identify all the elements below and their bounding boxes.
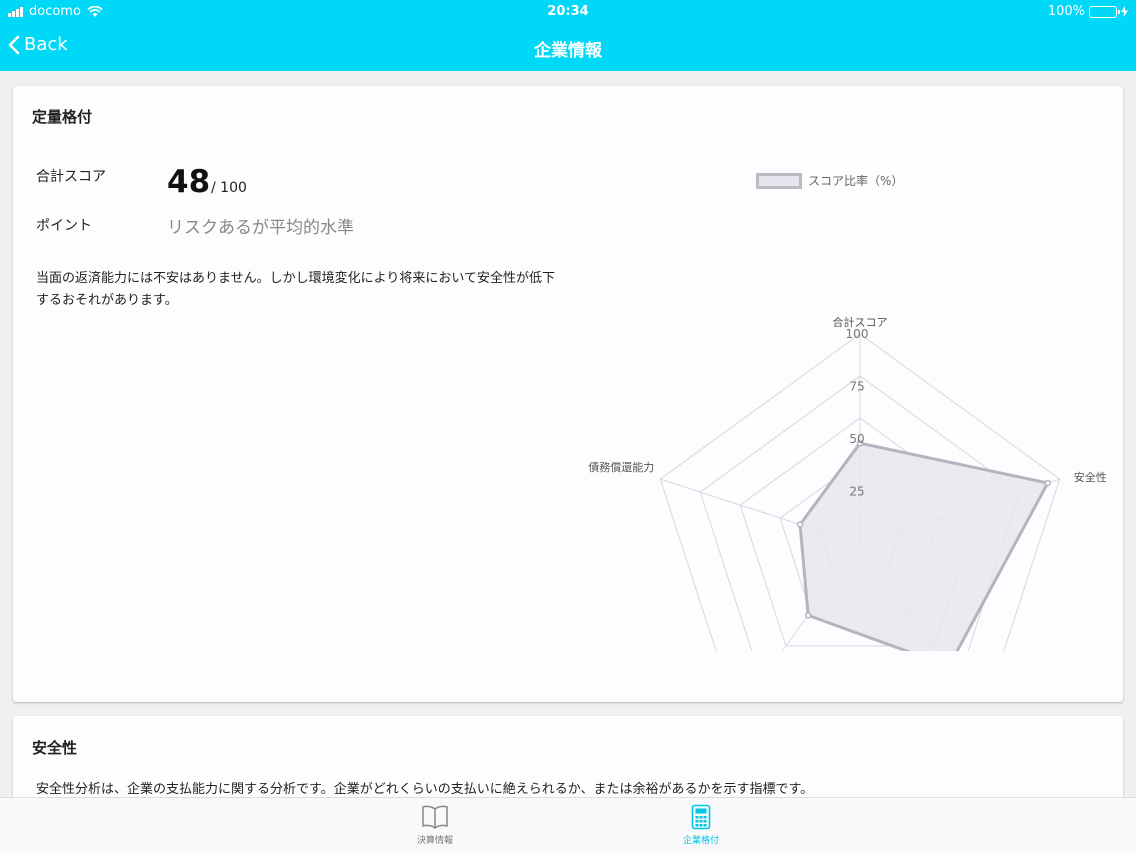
- tab-company-rating[interactable]: 企業格付: [661, 804, 741, 846]
- battery-percent: 100%: [1047, 4, 1085, 19]
- charging-icon: [1121, 6, 1128, 17]
- total-score-value: 48: [167, 164, 211, 200]
- radar-point-4: [796, 521, 804, 528]
- radar-tick-label-0: 25: [849, 485, 864, 499]
- battery-icon: [1089, 5, 1120, 18]
- radar-axis-label-0: 合計スコア: [833, 315, 888, 329]
- radar-tick-label-2: 75: [849, 380, 864, 394]
- radar-point-3: [804, 612, 812, 619]
- point-value: リスクあるが平均的水準: [167, 218, 354, 238]
- tab-financial-info[interactable]: 決算情報: [395, 804, 475, 846]
- calculator-icon: [691, 804, 711, 830]
- tab-financial-info-label: 決算情報: [416, 836, 453, 846]
- radar-point-1: [1044, 479, 1051, 487]
- quant-rating-title: 定量格付: [32, 108, 93, 126]
- radar-axis-label-1: 安全性: [1074, 470, 1107, 484]
- safety-title: 安全性: [32, 739, 78, 757]
- status-time: 20:34: [547, 4, 589, 19]
- safety-card: 安全性 安全性分析は、企業の支払能力に関する分析です。企業がどれくらいの支払いに…: [13, 716, 1123, 806]
- total-score-max: / 100: [211, 180, 247, 196]
- status-bar: docomo 20:34 100%: [0, 0, 1136, 24]
- nav-bar: Back 企業情報: [0, 24, 1136, 71]
- page-title: 企業情報: [534, 41, 602, 61]
- book-icon: [422, 805, 448, 829]
- safety-description: 安全性分析は、企業の支払能力に関する分析です。企業がどれくらいの支払いに絶えられ…: [36, 782, 814, 797]
- tab-bar: 決算情報 企業格付: [0, 797, 1136, 852]
- radar-axis-label-4: 債務償還能力: [588, 460, 654, 474]
- radar-chart: 255075100合計スコア安全性収益性成長性債務償還能力: [588, 315, 1107, 651]
- radar-series-area: [798, 441, 1050, 651]
- tab-company-rating-label: 企業格付: [682, 836, 719, 846]
- rating-description: 当面の返済能力には不安はありません。しかし環境変化により将来において安全性が低下…: [36, 271, 555, 308]
- total-score-label: 合計スコア: [36, 169, 106, 185]
- radar-tick-label-1: 50: [849, 432, 864, 446]
- point-label: ポイント: [36, 218, 92, 234]
- top-bar: docomo 20:34 100% Back 企業情報: [0, 0, 1136, 71]
- quant-rating-card: 定量格付 合計スコア 48 / 100 ポイント リスクあるが平均的水準 当面の…: [13, 86, 1123, 702]
- radar-tick-label-3: 100: [846, 327, 869, 341]
